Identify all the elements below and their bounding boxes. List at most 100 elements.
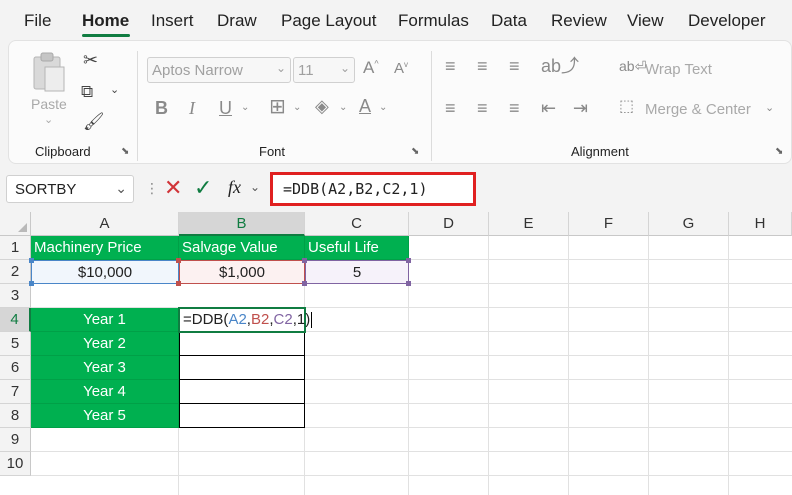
tab-view[interactable]: View — [627, 11, 664, 31]
fill-color-dropdown-chevron-icon[interactable]: ⌄ — [339, 103, 347, 113]
name-box[interactable]: SORTBY ⌄ — [6, 175, 134, 203]
gridline — [568, 236, 569, 495]
tab-file[interactable]: File — [24, 11, 51, 31]
column-header-h[interactable]: H — [729, 212, 792, 236]
cut-icon[interactable]: ✂ — [83, 51, 98, 69]
row-header-1[interactable]: 1 — [0, 236, 31, 260]
merge-center-chevron-icon[interactable]: ⌄ — [765, 103, 774, 114]
cell-b8[interactable] — [179, 404, 305, 428]
tab-insert[interactable]: Insert — [151, 11, 194, 31]
wrap-text-button[interactable]: Wrap Text — [645, 61, 712, 78]
cell-b6[interactable] — [179, 356, 305, 380]
tab-page-layout[interactable]: Page Layout — [281, 11, 376, 31]
paste-icon[interactable] — [31, 51, 67, 93]
insert-function-chevron-icon[interactable]: ⌄ — [250, 180, 260, 194]
paste-button[interactable]: Paste — [31, 96, 67, 112]
tab-review[interactable]: Review — [551, 11, 607, 31]
cell-b4-editing[interactable]: =DDB(A2,B2,C2,1) — [178, 307, 313, 333]
ref-handle[interactable] — [176, 258, 181, 263]
column-header-b[interactable]: B — [179, 212, 305, 236]
formula-input[interactable]: =DDB(A2,B2,C2,1) — [270, 172, 476, 206]
tab-formulas[interactable]: Formulas — [398, 11, 469, 31]
row-header-2[interactable]: 2 — [0, 260, 31, 284]
cell-b2[interactable]: $1,000 — [179, 260, 305, 284]
cell-a8[interactable]: Year 5 — [31, 404, 179, 428]
borders-icon[interactable]: ⊞ — [269, 97, 286, 117]
increase-indent-icon[interactable]: ⇥ — [573, 99, 588, 117]
cell-b5[interactable] — [179, 332, 305, 356]
cell-a2[interactable]: $10,000 — [31, 260, 179, 284]
fill-color-icon[interactable]: ◈ — [315, 97, 329, 115]
alignment-launcher-icon[interactable]: ⬊ — [775, 146, 783, 157]
row-header-9[interactable]: 9 — [0, 428, 31, 452]
tab-draw[interactable]: Draw — [217, 11, 257, 31]
clipboard-launcher-icon[interactable]: ⬊ — [121, 146, 129, 157]
row-header-3[interactable]: 3 — [0, 284, 31, 308]
underline-icon[interactable]: U — [219, 99, 232, 117]
underline-dropdown-chevron-icon[interactable]: ⌄ — [241, 103, 249, 113]
align-center-icon[interactable]: ≡ — [477, 99, 488, 117]
paste-dropdown-chevron-icon[interactable]: ⌄ — [44, 113, 53, 126]
cell-c2[interactable]: 5 — [305, 260, 409, 284]
enter-check-icon[interactable]: ✓ — [194, 175, 212, 201]
cell-b1[interactable]: Salvage Value — [179, 236, 305, 260]
font-color-dropdown-chevron-icon[interactable]: ⌄ — [379, 103, 387, 113]
ref-handle[interactable] — [302, 281, 307, 286]
font-color-icon[interactable]: A — [359, 97, 371, 115]
align-right-icon[interactable]: ≡ — [509, 99, 520, 117]
tab-data[interactable]: Data — [491, 11, 527, 31]
select-all-corner[interactable] — [0, 212, 31, 236]
row-header-10[interactable]: 10 — [0, 452, 31, 476]
italic-icon[interactable]: I — [189, 99, 195, 117]
row-header-8[interactable]: 8 — [0, 404, 31, 428]
font-launcher-icon[interactable]: ⬊ — [411, 146, 419, 157]
cell-a7[interactable]: Year 4 — [31, 380, 179, 404]
column-header-f[interactable]: F — [569, 212, 649, 236]
align-top-icon[interactable]: ≡ — [445, 57, 456, 75]
decrease-font-size-icon[interactable]: Av — [394, 61, 408, 77]
font-size-combo[interactable]: 11 ⌄ — [293, 57, 355, 83]
merge-center-button[interactable]: Merge & Center — [645, 101, 751, 118]
ref-handle[interactable] — [302, 258, 307, 263]
align-middle-icon[interactable]: ≡ — [477, 57, 488, 75]
cell-b7[interactable] — [179, 380, 305, 404]
row-header-7[interactable]: 7 — [0, 380, 31, 404]
increase-font-size-icon[interactable]: A^ — [363, 59, 379, 76]
ref-handle[interactable] — [406, 281, 411, 286]
column-header-a[interactable]: A — [31, 212, 179, 236]
borders-dropdown-chevron-icon[interactable]: ⌄ — [293, 103, 301, 113]
column-header-e[interactable]: E — [489, 212, 569, 236]
orientation-icon[interactable]: ab⤴ — [541, 57, 579, 75]
column-header-c[interactable]: C — [305, 212, 409, 236]
insert-function-button[interactable]: fx — [228, 177, 241, 198]
cell-a4[interactable]: Year 1 — [31, 308, 179, 332]
cell-c1[interactable]: Useful Life — [305, 236, 409, 260]
decrease-indent-icon[interactable]: ⇤ — [541, 99, 556, 117]
copy-icon[interactable]: ⧉ — [81, 83, 93, 100]
copy-dropdown-chevron-icon[interactable]: ⌄ — [110, 85, 119, 96]
more-options-icon: ⋮ — [145, 180, 159, 196]
cell-a5[interactable]: Year 2 — [31, 332, 179, 356]
font-name-combo[interactable]: Aptos Narrow ⌄ — [147, 57, 291, 83]
worksheet-grid: A B C D E F G H 1 2 3 4 5 6 7 8 9 10 Mac… — [0, 212, 792, 495]
row-header-4[interactable]: 4 — [0, 308, 31, 332]
align-bottom-icon[interactable]: ≡ — [509, 57, 520, 75]
cancel-icon[interactable]: ✕ — [164, 175, 182, 201]
cell-a1[interactable]: Machinery Price — [31, 236, 179, 260]
column-header-d[interactable]: D — [409, 212, 489, 236]
row-header-6[interactable]: 6 — [0, 356, 31, 380]
row-header-5[interactable]: 5 — [0, 332, 31, 356]
tab-home[interactable]: Home — [82, 11, 129, 31]
ref-handle[interactable] — [29, 258, 34, 263]
bold-icon[interactable]: B — [155, 99, 168, 117]
tab-developer[interactable]: Developer — [688, 11, 766, 31]
cell-a6[interactable]: Year 3 — [31, 356, 179, 380]
ref-handle[interactable] — [176, 281, 181, 286]
gridline — [728, 236, 729, 495]
ref-handle[interactable] — [406, 258, 411, 263]
format-painter-icon[interactable]: 🖌 — [83, 113, 105, 130]
align-left-icon[interactable]: ≡ — [445, 99, 456, 117]
ref-handle[interactable] — [29, 281, 34, 286]
column-header-g[interactable]: G — [649, 212, 729, 236]
ribbon-divider — [431, 51, 432, 161]
